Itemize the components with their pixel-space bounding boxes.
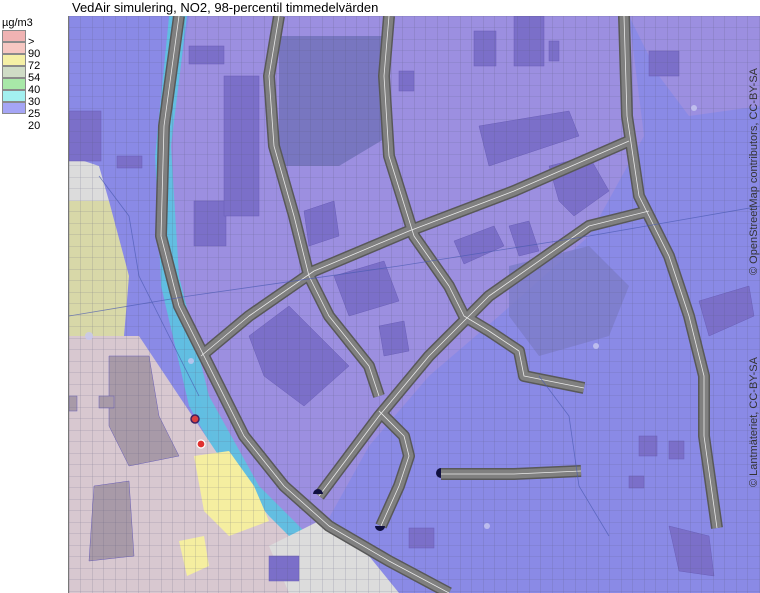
- legend-label: 40: [28, 84, 41, 96]
- legend-entry: >: [2, 30, 68, 48]
- legend-entry: 90: [2, 42, 68, 60]
- legend-swatch: [2, 42, 26, 54]
- legend-label: >: [28, 36, 35, 48]
- legend-label: 72: [28, 60, 41, 72]
- legend-label: 30: [28, 96, 41, 108]
- legend-swatch: [2, 102, 26, 114]
- legend-label: 20: [28, 120, 41, 132]
- legend-label: 25: [28, 108, 41, 120]
- legend-swatch: [2, 90, 26, 102]
- legend-unit: µg/m3: [2, 17, 33, 29]
- attribution-lantmateriet: © Lantmäteriet, CC-BY-SA: [748, 357, 760, 487]
- emission-source-marker: [190, 414, 200, 424]
- emission-source-marker: [196, 439, 206, 449]
- map-canvas[interactable]: [68, 16, 760, 593]
- legend-swatch: [2, 66, 26, 78]
- legend: µg/m3 > 90 72 54 40 30 25 20: [2, 16, 68, 132]
- legend-swatch: [2, 30, 26, 42]
- legend-swatch: [2, 78, 26, 90]
- attribution-osm: © OpenStreetMap contributors, CC-BY-SA: [748, 67, 760, 275]
- map-title: VedAir simulering, NO2, 98-percentil tim…: [72, 0, 379, 15]
- legend-swatch: [2, 54, 26, 66]
- legend-label: 90: [28, 48, 41, 60]
- legend-label: 54: [28, 72, 41, 84]
